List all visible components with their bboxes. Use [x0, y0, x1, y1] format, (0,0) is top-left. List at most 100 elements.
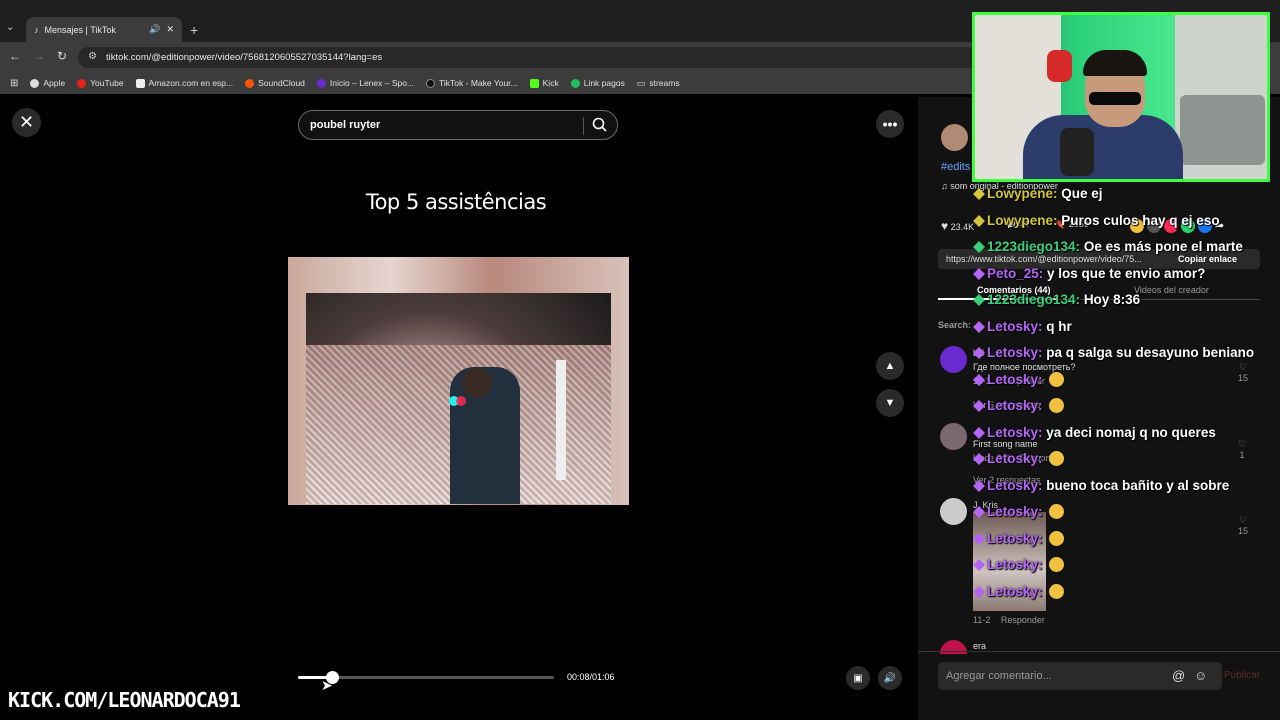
chat-message: Letosky: [973, 557, 1065, 572]
chat-username: 1223diego134: [987, 292, 1084, 307]
chat-badge-icon [973, 400, 985, 412]
comment-avatar[interactable] [940, 346, 967, 373]
chat-username: Letosky: [987, 451, 1047, 466]
chat-badge-icon [973, 373, 985, 386]
like-button[interactable]: ♥ 23.4K [941, 219, 974, 233]
chevron-up-icon: ▲ [884, 360, 896, 372]
mouse-cursor-icon: ➤ [321, 677, 333, 693]
heart-outline-icon: ♡ [1238, 439, 1247, 449]
search-divider [583, 117, 584, 135]
copy-link-button[interactable]: Copiar enlace [1178, 254, 1237, 264]
comment-avatar[interactable] [940, 498, 967, 525]
volume-button[interactable]: 🔊 [878, 666, 902, 690]
bookmark-youtube[interactable]: YouTube [77, 78, 124, 88]
chat-emote-icon [1049, 557, 1065, 572]
new-tab-button[interactable]: + [190, 22, 198, 38]
chat-message: Peto_25: y los que te envio amor? [973, 266, 1205, 281]
chat-username: Peto_25: [987, 265, 1048, 281]
chat-text: Que ej [1061, 186, 1103, 201]
chat-username: Letosky: [987, 345, 1047, 360]
pip-icon: ▣ [853, 672, 863, 684]
chat-badge-icon [973, 506, 985, 518]
comment-meta: 11-2 Responder [973, 615, 1045, 625]
mention-icon[interactable]: @ [1172, 668, 1185, 683]
chat-badge-icon [973, 532, 985, 545]
publish-button[interactable]: Publicar [1224, 670, 1260, 681]
tab-title: Mensajes | TikTok [44, 24, 116, 35]
video-hashtag[interactable]: #edits [941, 161, 970, 173]
search-label: Search: [938, 320, 972, 330]
creator-avatar[interactable] [941, 124, 968, 151]
emoji-icon[interactable]: ☺ [1194, 668, 1207, 683]
chat-text: pa q salga su desayuno beniano [1046, 345, 1255, 360]
more-options-button[interactable]: ••• [876, 110, 904, 138]
chat-badge-icon [973, 479, 985, 492]
streamer-sunglasses [1089, 92, 1141, 105]
bookmark-soundcloud[interactable]: SoundCloud [245, 78, 305, 88]
chat-username: Letosky: [987, 318, 1047, 334]
close-button[interactable]: ✕ [12, 108, 41, 137]
tab-close-icon[interactable]: ✕ [166, 24, 174, 35]
bookmark-tiktok[interactable]: TikTok - Make Your... [426, 78, 518, 88]
folder-icon: ▭ [636, 77, 646, 88]
more-dots-icon: ••• [882, 116, 898, 132]
chevron-down-icon: ▼ [884, 397, 896, 409]
comment-like[interactable]: ♡ 15 [1238, 515, 1248, 536]
panel-footer-divider [918, 651, 1280, 652]
bookmark-lenex[interactable]: Inicio – Lenex – Spo... [316, 78, 414, 88]
floating-player-button[interactable]: ▣ [846, 666, 870, 690]
bookmark-kick[interactable]: Kick [529, 78, 559, 88]
search-value: poubel ruyter [310, 119, 381, 131]
reply-link[interactable]: Responder [1001, 615, 1045, 625]
chat-emote-icon [1049, 583, 1065, 599]
chat-emote-icon [1049, 451, 1065, 466]
chat-message: Letosky: [973, 530, 1065, 546]
video-title-overlay: Top 5 assistências [365, 190, 547, 214]
chat-badge-icon [973, 426, 985, 439]
forward-icon[interactable]: → [33, 49, 45, 63]
tiktok-favicon-icon: ♪ [34, 24, 39, 35]
chat-message: Letosky: [973, 371, 1065, 387]
bookmark-streams[interactable]: ▭ streams [637, 78, 680, 89]
search-icon[interactable] [591, 116, 609, 137]
chat-message: Letosky: ya deci nomaj q no queres [973, 425, 1216, 440]
tiktok-logo-dot-red-icon [456, 396, 466, 406]
bookmark-apple[interactable]: Apple [30, 78, 65, 88]
chat-text: Hoy 8:36 [1083, 292, 1141, 307]
bookmark-link-pagos[interactable]: Link pagos [570, 78, 625, 88]
search-input[interactable]: poubel ruyter [298, 110, 618, 140]
close-icon: ✕ [18, 112, 35, 132]
chat-username: Letosky: [987, 398, 1047, 413]
comment-avatar[interactable] [940, 423, 967, 450]
chat-username: Lowypene: [987, 186, 1062, 201]
site-info-icon[interactable]: ⚙ [88, 51, 97, 62]
streamer-microphone [1060, 128, 1094, 176]
speaker-icon: 🔊 [149, 24, 161, 34]
chat-username: Letosky: [987, 583, 1047, 599]
reload-icon[interactable]: ↻ [57, 49, 67, 63]
browser-tab[interactable]: ♪ Mensajes | TikTok 🔊 ✕ [26, 17, 182, 42]
bookmark-amazon[interactable]: Amazon.com en esp... [135, 78, 233, 88]
comment-user[interactable]: era [973, 641, 986, 651]
chat-username: Letosky: [987, 371, 1047, 387]
chat-message: Letosky: pa q salga su desayuno beniano [973, 345, 1254, 360]
chat-text: ya deci nomaj q no queres [1046, 424, 1216, 440]
streamer-hair [1083, 50, 1147, 76]
comment-like[interactable]: ♡ 15 [1238, 362, 1248, 383]
webcam-couch [1180, 95, 1265, 165]
previous-video-button[interactable]: ▲ [876, 352, 904, 380]
tab-search-icon[interactable]: ⌄ [6, 22, 14, 33]
chat-badge-icon [973, 294, 985, 306]
chat-badge-icon [973, 267, 985, 280]
chat-message: 1223diego134: Hoy 8:36 [973, 292, 1140, 307]
url-text: tiktok.com/@editionpower/video/756812060… [106, 52, 383, 63]
tab-creator-videos[interactable]: Videos del creador [1134, 285, 1209, 295]
next-video-button[interactable]: ▼ [876, 389, 904, 417]
apps-icon[interactable]: ⊞ [10, 78, 18, 89]
chat-username: Lowypene: [987, 212, 1062, 228]
back-icon[interactable]: ← [9, 49, 21, 63]
chat-message: Lowypene: Puros culos hay q ej eso [973, 213, 1220, 228]
chat-badge-icon [973, 347, 985, 359]
address-bar[interactable]: ⚙ tiktok.com/@editionpower/video/7568120… [78, 47, 978, 68]
comment-like[interactable]: ♡ 1 [1238, 439, 1246, 460]
